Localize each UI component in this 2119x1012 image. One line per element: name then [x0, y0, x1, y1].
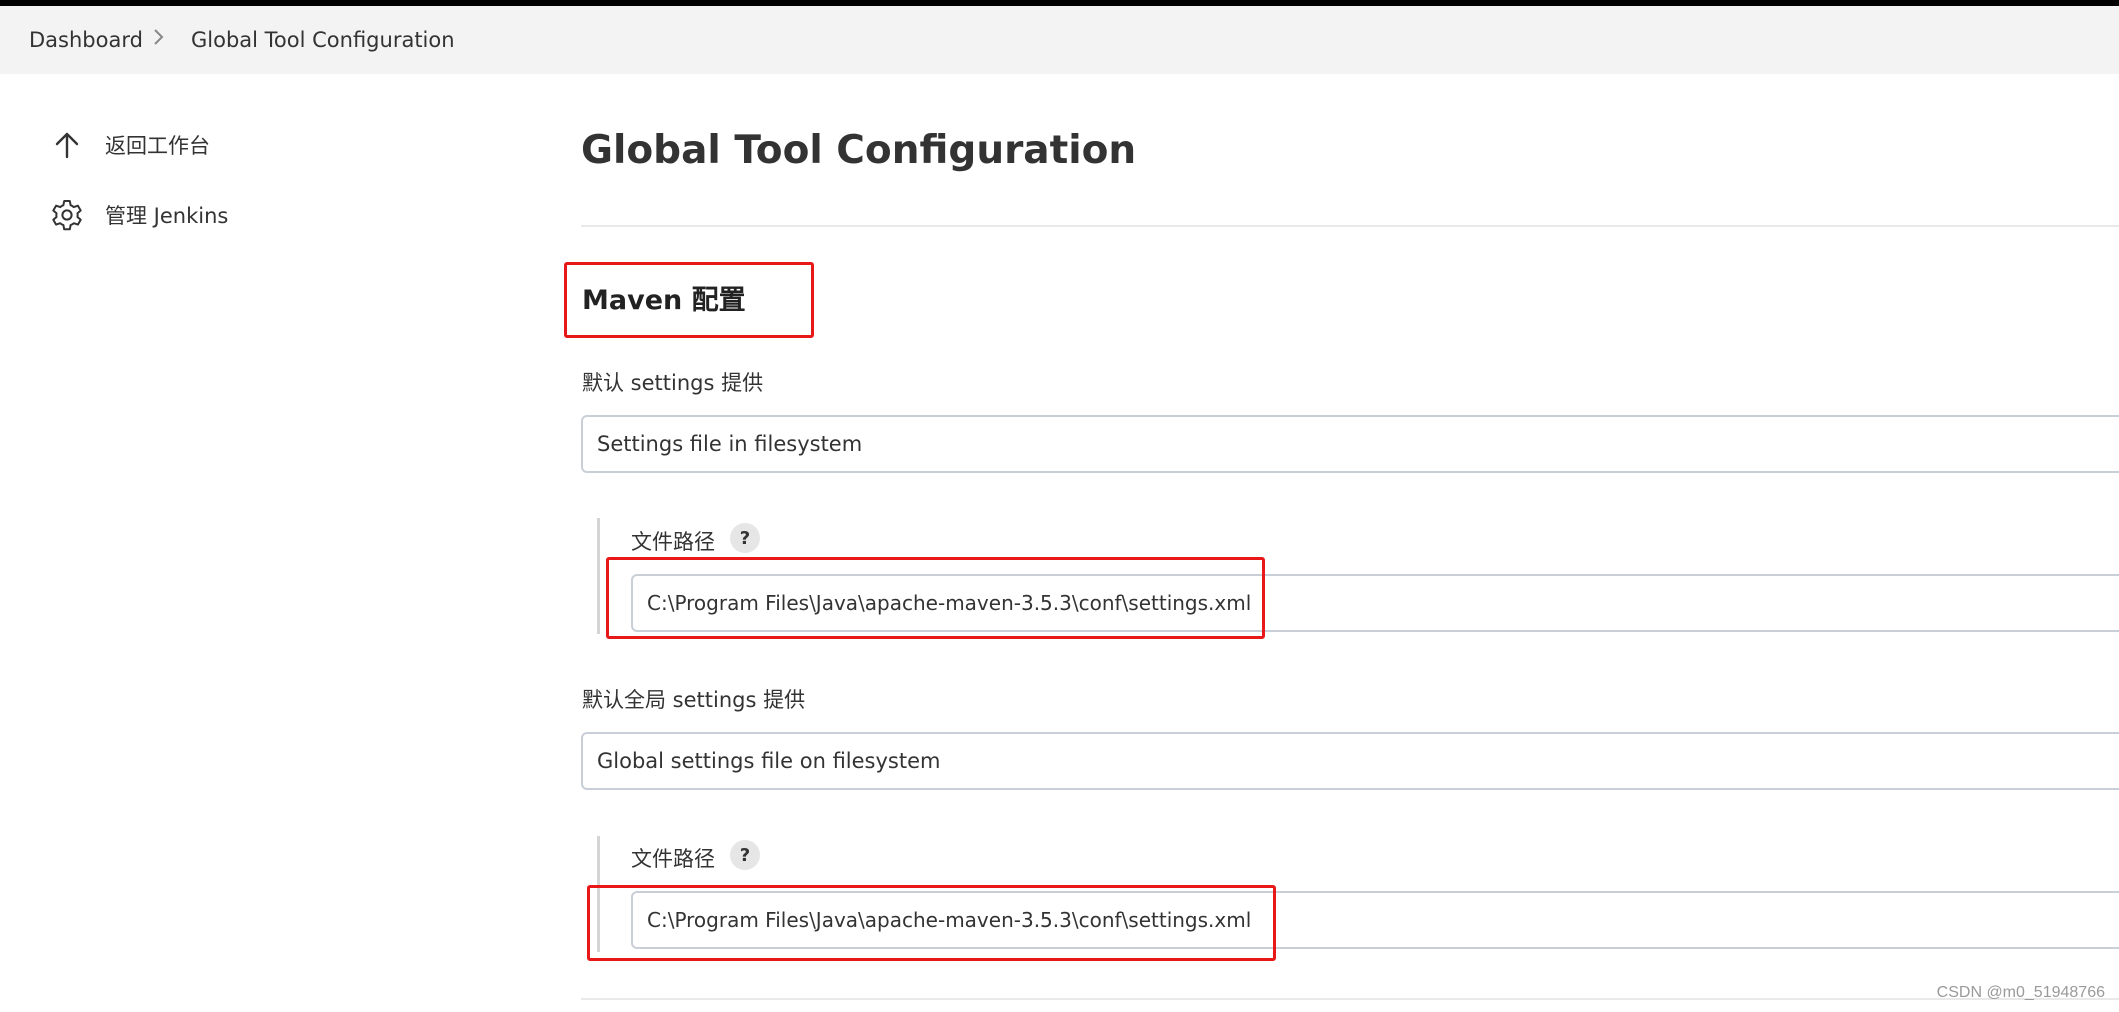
sidebar-item-label: 管理 Jenkins [105, 204, 229, 228]
nested-indicator [597, 518, 600, 634]
watermark: CSDN @m0_51948766 [1936, 984, 2105, 1001]
page-title: Global Tool Configuration [581, 128, 1137, 173]
global-settings-select[interactable]: Global settings file on filesystem [581, 732, 2119, 790]
page: Dashboard Global Tool Configuration 返回工作… [0, 0, 2119, 1012]
divider [581, 998, 2119, 1000]
divider [581, 225, 2119, 227]
sidebar-item-back-to-dashboard[interactable]: 返回工作台 [50, 128, 210, 162]
settings-path-input[interactable] [631, 574, 2119, 632]
global-settings-path-input[interactable] [631, 891, 2119, 949]
global-settings-label: 默认全局 settings 提供 [582, 688, 806, 712]
sidebar-item-label: 返回工作台 [105, 134, 210, 158]
nested-indicator [597, 836, 600, 952]
settings-path-label: 文件路径 [631, 530, 715, 554]
default-settings-label: 默认 settings 提供 [582, 371, 764, 395]
sidebar-item-manage-jenkins[interactable]: 管理 Jenkins [50, 198, 228, 232]
global-settings-path-label: 文件路径 [631, 847, 715, 871]
breadcrumb: Dashboard Global Tool Configuration [0, 6, 2119, 74]
breadcrumb-dashboard[interactable]: Dashboard [29, 28, 143, 52]
gear-icon [50, 198, 84, 232]
section-title-maven: Maven 配置 [582, 285, 746, 316]
help-button[interactable]: ? [730, 523, 760, 553]
arrow-up-icon [50, 128, 84, 162]
help-button[interactable]: ? [730, 840, 760, 870]
default-settings-select[interactable]: Settings file in filesystem [581, 415, 2119, 473]
breadcrumb-global-tool-configuration[interactable]: Global Tool Configuration [191, 28, 455, 52]
chevron-right-icon [152, 26, 166, 54]
